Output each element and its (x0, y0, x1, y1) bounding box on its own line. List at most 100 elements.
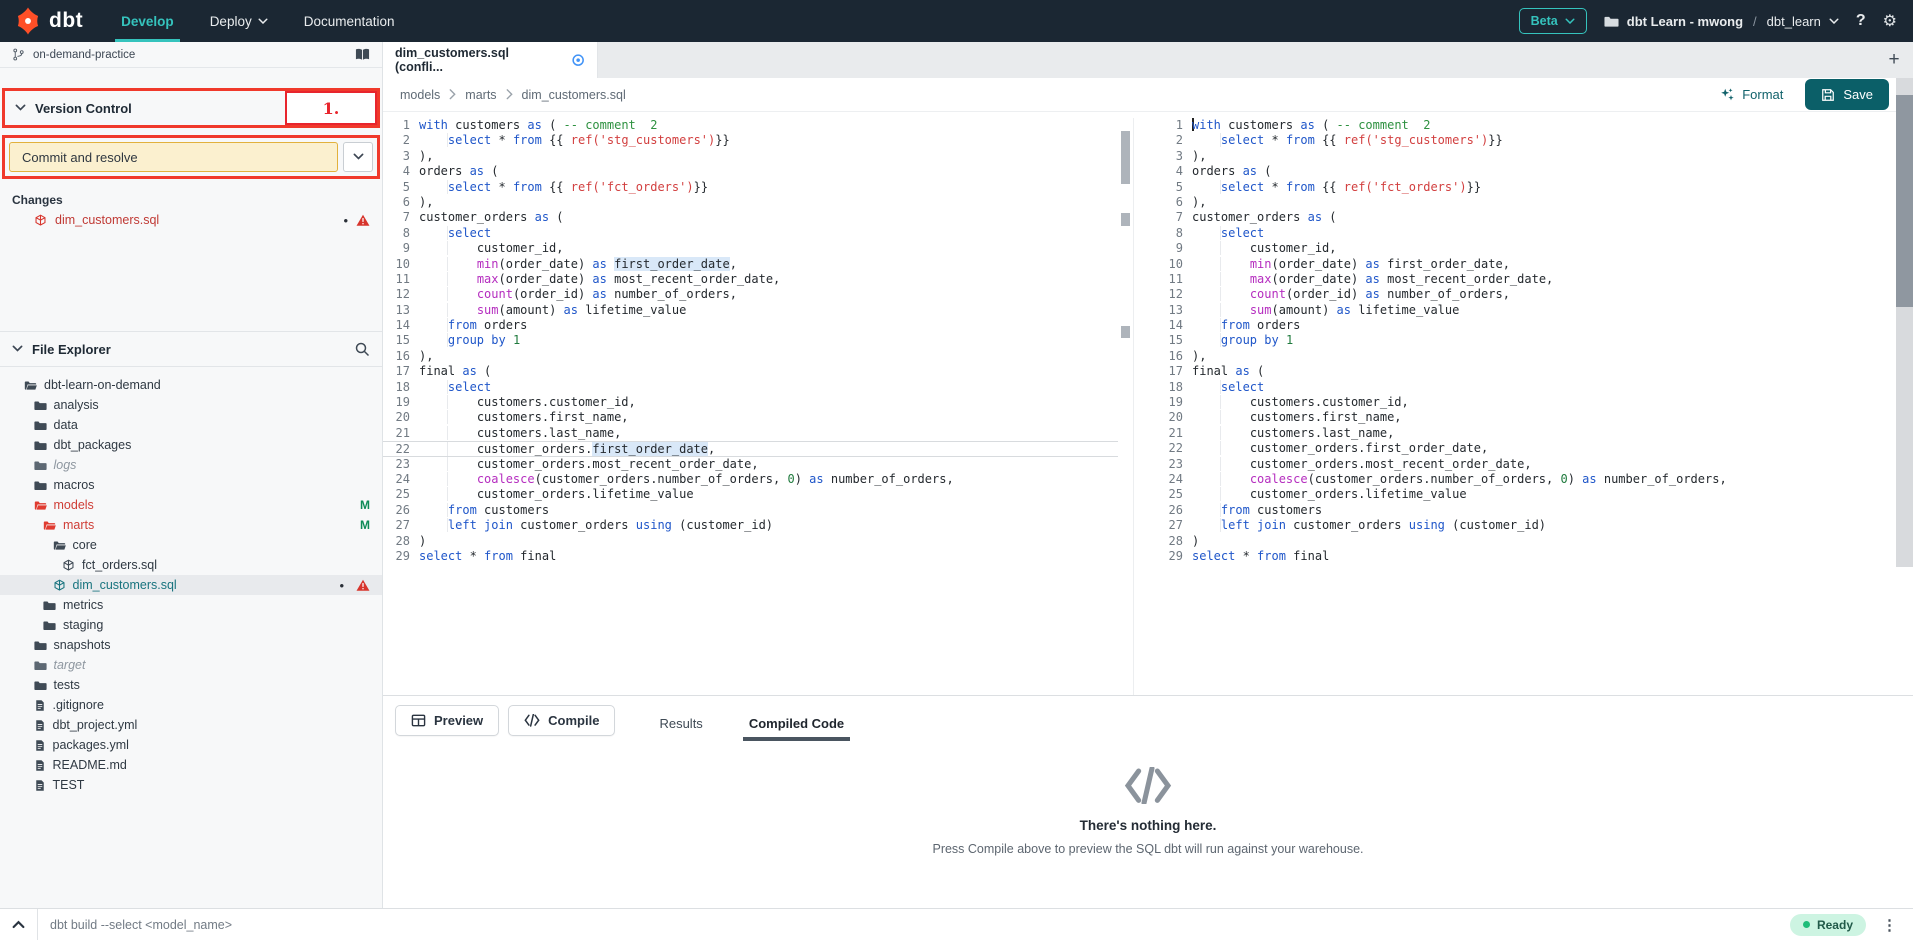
tree-item-.gitignore[interactable]: .gitignore (0, 695, 382, 715)
line-number: 24 (383, 472, 419, 487)
code-line-4: 4orders as ( (1156, 164, 1913, 179)
tree-item-label: dbt_project.yml (53, 718, 138, 732)
line-number: 21 (383, 426, 419, 441)
line-number: 10 (1156, 257, 1192, 272)
changed-file-row[interactable]: dim_customers.sql • (0, 209, 382, 231)
overview-ruler[interactable] (1118, 118, 1134, 695)
tree-item-marts[interactable]: martsM (0, 515, 382, 535)
tree-item-target[interactable]: target (0, 655, 382, 675)
tree-item-dim_customers.sql[interactable]: dim_customers.sql• (0, 575, 382, 595)
tree-item-label: models (54, 498, 94, 512)
tree-item-label: analysis (54, 398, 99, 412)
tree-item-tests[interactable]: tests (0, 675, 382, 695)
code-editor-right[interactable]: 1with customers as ( -- comment 22 selec… (1134, 118, 1913, 695)
docs-book-icon[interactable] (355, 48, 370, 61)
folder-icon (34, 439, 47, 452)
preview-button[interactable]: Preview (395, 705, 499, 736)
tree-item-models[interactable]: modelsM (0, 495, 382, 515)
tree-item-label: dbt-learn-on-demand (44, 378, 161, 392)
tree-item-fct_orders.sql[interactable]: fct_orders.sql (0, 555, 382, 575)
line-number: 29 (383, 549, 419, 564)
scroll-marker (1121, 213, 1130, 226)
tab-dim-customers[interactable]: dim_customers.sql (confli... (383, 42, 598, 78)
folder-icon (1604, 14, 1619, 29)
search-icon[interactable] (354, 341, 370, 357)
folder-open-icon (24, 379, 37, 392)
chevron-down-icon (1565, 18, 1575, 25)
line-number: 18 (383, 380, 419, 395)
tree-item-dbt_packages[interactable]: dbt_packages (0, 435, 382, 455)
file-explorer-header[interactable]: File Explorer (0, 331, 382, 367)
status-badge: Ready (1790, 914, 1866, 936)
unsaved-dot-icon: • (343, 214, 348, 227)
code-icon (1124, 767, 1172, 804)
file-icon (34, 739, 46, 752)
tree-item-logs[interactable]: logs (0, 455, 382, 475)
tree-item-dbt-learn-on-demand[interactable]: dbt-learn-on-demand (0, 375, 382, 395)
tree-item-TEST[interactable]: TEST (0, 775, 382, 795)
git-branch-row[interactable]: on-demand-practice (0, 42, 382, 68)
line-number: 23 (1156, 457, 1192, 472)
line-number: 4 (1156, 164, 1192, 179)
nav-documentation[interactable]: Documentation (286, 0, 413, 42)
save-button[interactable]: Save (1805, 79, 1889, 110)
model-icon (62, 559, 75, 572)
line-number: 27 (383, 518, 419, 533)
nav-develop[interactable]: Develop (103, 0, 192, 42)
new-tab-plus-icon[interactable]: + (1875, 49, 1913, 71)
line-number: 29 (1156, 549, 1192, 564)
tree-item-analysis[interactable]: analysis (0, 395, 382, 415)
tree-item-snapshots[interactable]: snapshots (0, 635, 382, 655)
code-line-19: 19 customers.customer_id, (1156, 395, 1913, 410)
tree-item-data[interactable]: data (0, 415, 382, 435)
kebab-menu-icon[interactable]: ⋮ (1878, 916, 1901, 934)
tree-item-metrics[interactable]: metrics (0, 595, 382, 615)
dbt-logo[interactable]: dbt (0, 7, 103, 35)
empty-state-subtitle: Press Compile above to preview the SQL d… (932, 842, 1363, 856)
code-line-19: 19 customers.customer_id, (383, 395, 1118, 410)
tab-compiled-code[interactable]: Compiled Code (747, 705, 846, 741)
tree-item-staging[interactable]: staging (0, 615, 382, 635)
project-selector[interactable]: dbt Learn - mwong / dbt_learn (1604, 14, 1839, 29)
tree-item-label: target (54, 658, 86, 672)
chevron-up-icon[interactable] (12, 920, 25, 929)
folder-open-icon (53, 539, 66, 552)
table-icon (411, 713, 426, 728)
unsaved-target-icon[interactable] (571, 53, 585, 67)
line-number: 6 (383, 195, 419, 210)
commit-dropdown-button[interactable] (343, 142, 373, 172)
code-editor-left[interactable]: 1with customers as ( -- comment 22 selec… (383, 118, 1118, 695)
tree-item-packages.yml[interactable]: packages.yml (0, 735, 382, 755)
help-icon[interactable]: ? (1856, 12, 1866, 30)
format-button[interactable]: Format (1719, 87, 1783, 103)
tree-item-core[interactable]: core (0, 535, 382, 555)
tree-item-dbt_project.yml[interactable]: dbt_project.yml (0, 715, 382, 735)
compile-button[interactable]: Compile (508, 705, 615, 736)
breadcrumb-models: models (400, 88, 440, 102)
project-separator: / (1751, 14, 1759, 29)
folder-icon (34, 639, 47, 652)
beta-toggle[interactable]: Beta (1519, 8, 1587, 34)
line-number: 22 (383, 442, 419, 455)
command-input[interactable] (50, 918, 1778, 932)
code-line-12: 12 count(order_id) as number_of_orders, (1156, 287, 1913, 302)
tab-title: dim_customers.sql (confli... (395, 46, 553, 74)
code-line-22: 22 customer_orders.first_order_date, (383, 441, 1118, 456)
settings-gear-icon[interactable]: ⚙ (1883, 11, 1897, 31)
chevron-down-icon[interactable] (15, 104, 26, 111)
tab-results[interactable]: Results (657, 705, 704, 741)
code-line-28: 28) (1156, 534, 1913, 549)
code-line-11: 11 max(order_date) as most_recent_order_… (383, 272, 1118, 287)
tree-item-macros[interactable]: macros (0, 475, 382, 495)
code-line-5: 5 select * from {{ ref('fct_orders')}} (1156, 180, 1913, 195)
tree-item-label: data (54, 418, 78, 432)
top-navbar: dbt Develop Deploy Documentation Beta db… (0, 0, 1913, 42)
scrollbar-thumb[interactable] (1896, 95, 1913, 307)
nav-deploy[interactable]: Deploy (192, 0, 286, 42)
commit-and-resolve-button[interactable]: Commit and resolve (9, 142, 338, 172)
tree-item-label: staging (63, 618, 103, 632)
vertical-scrollbar[interactable] (1896, 78, 1913, 567)
tree-item-README.md[interactable]: README.md (0, 755, 382, 775)
code-line-9: 9 customer_id, (1156, 241, 1913, 256)
version-control-title[interactable]: Version Control (35, 101, 132, 116)
